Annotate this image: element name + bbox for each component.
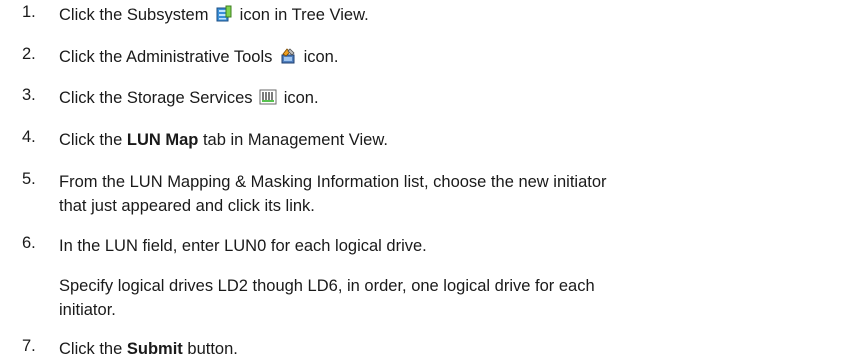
step-number: 7. bbox=[22, 337, 36, 355]
step-note: Specify logical drives LD2 though LD6, i… bbox=[59, 277, 595, 319]
subsystem-icon bbox=[216, 5, 232, 22]
step-text: From the LUN Mapping & Masking Informati… bbox=[59, 173, 607, 215]
storage-services-icon bbox=[259, 89, 277, 105]
procedure-steps: 1. Click the Subsystem icon in Tree View… bbox=[0, 0, 853, 362]
step-text: Click the Subsystem icon in Tree View. bbox=[59, 5, 369, 24]
lun-map-tab-label: LUN Map bbox=[126, 131, 199, 149]
step-text: Click the Storage Services icon. bbox=[59, 89, 319, 107]
step-text: Click the LUN Map tab in Management View… bbox=[59, 131, 388, 149]
step-number: 6. bbox=[22, 234, 36, 252]
step-number: 2. bbox=[22, 45, 36, 63]
step-number: 4. bbox=[22, 128, 36, 146]
step-number: 5. bbox=[22, 170, 36, 188]
submit-button-label: Submit bbox=[126, 340, 183, 358]
step-text: Click the Administrative Tools icon. bbox=[59, 48, 339, 66]
step-number: 3. bbox=[22, 86, 36, 104]
step-text: In the LUN field, enter LUN0 for each lo… bbox=[59, 237, 427, 255]
administrative-tools-icon bbox=[281, 48, 295, 64]
step-number: 1. bbox=[22, 3, 36, 21]
step-text: Click the Submit button. bbox=[59, 340, 238, 358]
